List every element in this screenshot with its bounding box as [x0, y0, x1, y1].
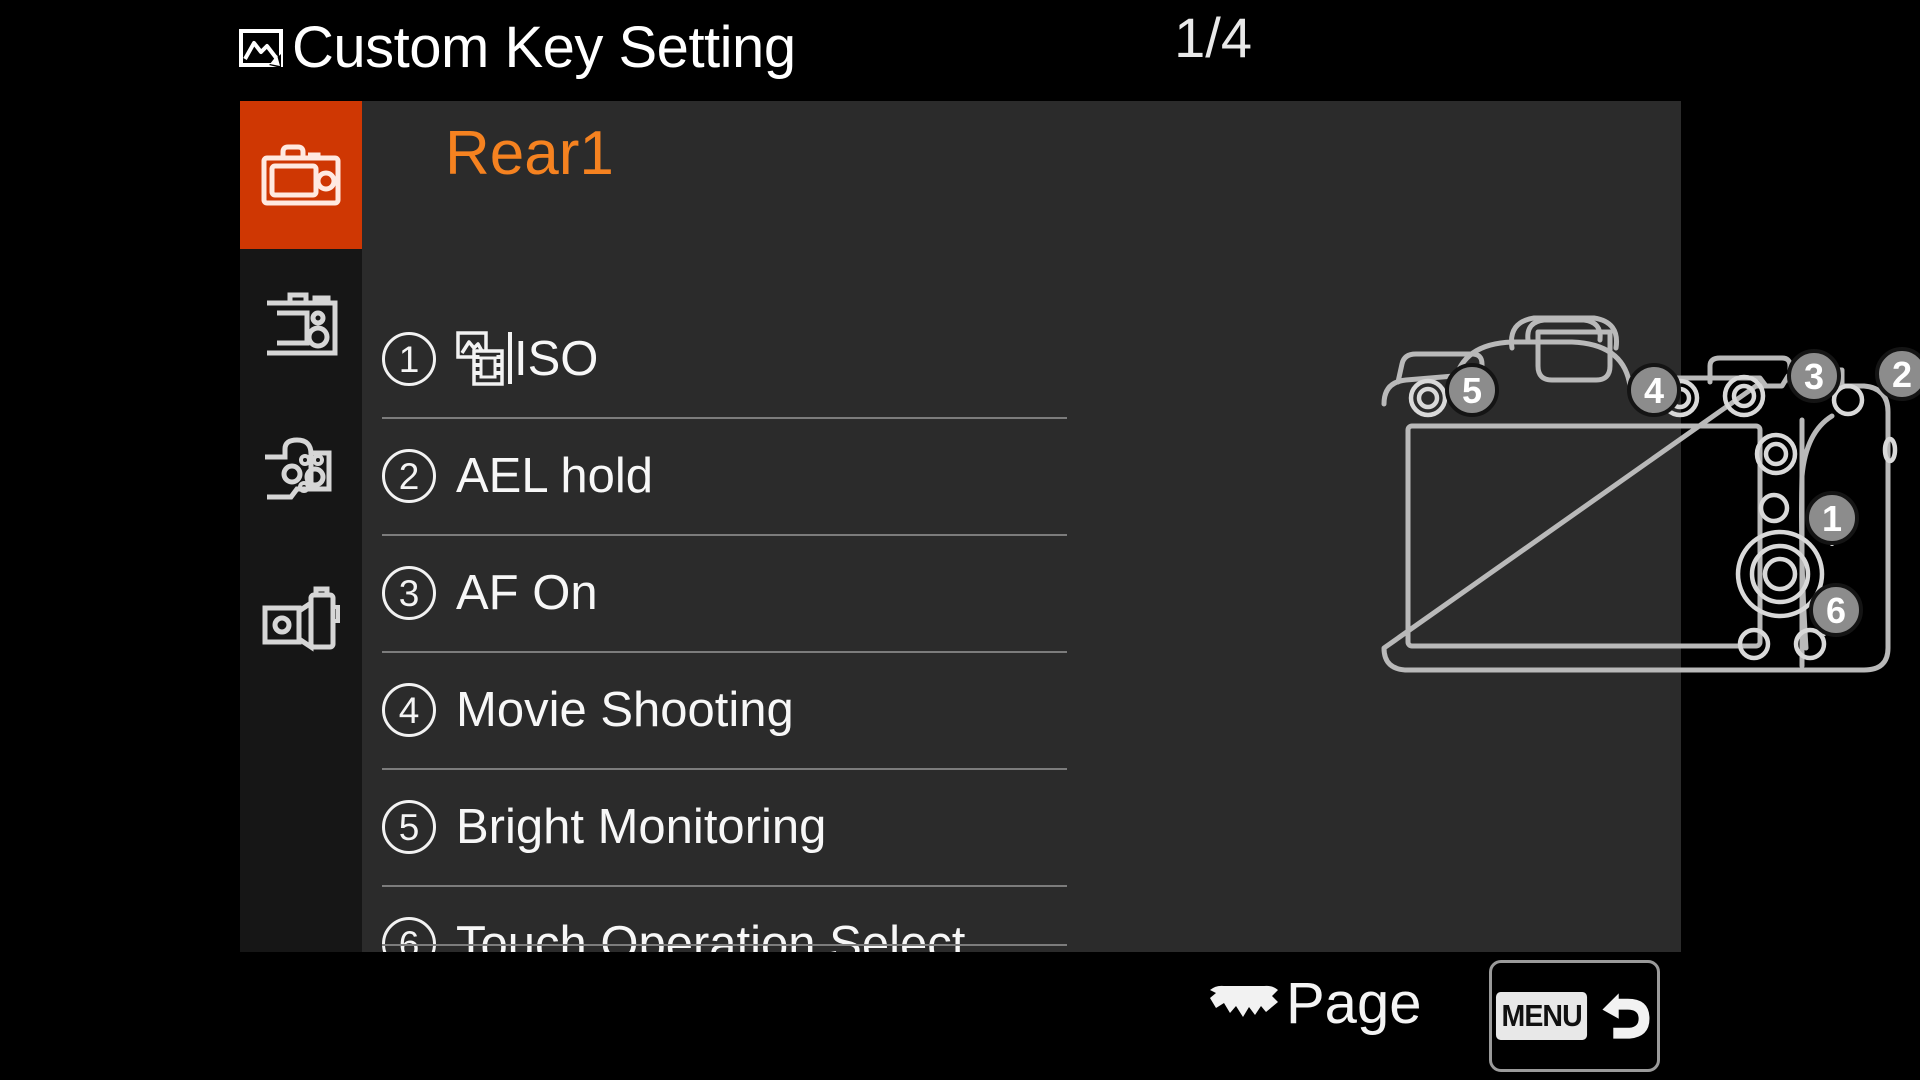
sidebar-item-setup[interactable]: [240, 545, 362, 693]
control-wheel-icon: [1210, 985, 1278, 1017]
list-item[interactable]: 2 AEL hold: [382, 418, 1067, 534]
sidebar-item-exposure[interactable]: [240, 249, 362, 397]
svg-text:6: 6: [1826, 590, 1846, 631]
camera-front-icon: [261, 144, 341, 206]
item-number: 1: [382, 332, 436, 386]
camera-rear-icon: [267, 292, 338, 356]
item-label: Bright Monitoring: [456, 800, 827, 854]
item-number: 2: [382, 449, 436, 503]
still-image-icon: [239, 29, 283, 68]
main-panel: Rear1 1 ISO 2 AEL hold 3 AF On 4 Movie S…: [240, 101, 1920, 971]
page-indicator: 1/4: [1174, 6, 1252, 69]
options-list: Rear1 1 ISO 2 AEL hold 3 AF On 4 Movie S…: [362, 101, 1920, 971]
menu-button[interactable]: MENU: [1489, 960, 1660, 1072]
list-item[interactable]: 5 Bright Monitoring: [382, 769, 1067, 885]
item-number: 5: [382, 800, 436, 854]
list-divider: [382, 944, 1067, 946]
item-label: AEL hold: [456, 449, 654, 503]
list-item[interactable]: 1 ISO: [382, 301, 1067, 417]
bottom-bar: Page MENU: [0, 952, 1920, 1080]
item-number: 4: [382, 683, 436, 737]
page-control[interactable]: Page: [1204, 972, 1421, 1036]
svg-text:5: 5: [1462, 370, 1482, 411]
page-title: Custom Key Setting: [292, 15, 796, 80]
camera-dials-icon: [265, 437, 332, 500]
section-title: Rear1: [445, 119, 614, 188]
photo-movie-icon: [456, 330, 512, 388]
list-item[interactable]: 4 Movie Shooting: [382, 652, 1067, 768]
item-label: ISO: [514, 332, 599, 386]
svg-text:3: 3: [1804, 356, 1824, 397]
item-label: Movie Shooting: [456, 683, 794, 737]
page-label: Page: [1286, 971, 1422, 1036]
list-item[interactable]: 3 AF On: [382, 535, 1067, 651]
camera-menu-screen: Custom Key Setting 1/4 Rear1 1 ISO 2 AEL…: [0, 0, 1920, 1080]
menu-chip-label: MENU: [1495, 992, 1588, 1040]
back-arrow-icon: [1602, 993, 1650, 1039]
camera-rear-diagram: 5 4 3 2 1 6: [1362, 296, 1920, 716]
sidebar: [240, 101, 362, 952]
svg-text:4: 4: [1644, 370, 1664, 411]
sidebar-item-shooting[interactable]: [240, 101, 362, 249]
sidebar-item-custom-key[interactable]: [240, 397, 362, 545]
svg-text:2: 2: [1892, 354, 1912, 395]
item-number: 3: [382, 566, 436, 620]
camera-side-icon: [262, 586, 340, 652]
page-title-group: Custom Key Setting: [238, 6, 796, 90]
svg-text:1: 1: [1822, 498, 1842, 539]
title-bar: Custom Key Setting 1/4: [0, 0, 1920, 101]
item-label: AF On: [456, 566, 598, 620]
